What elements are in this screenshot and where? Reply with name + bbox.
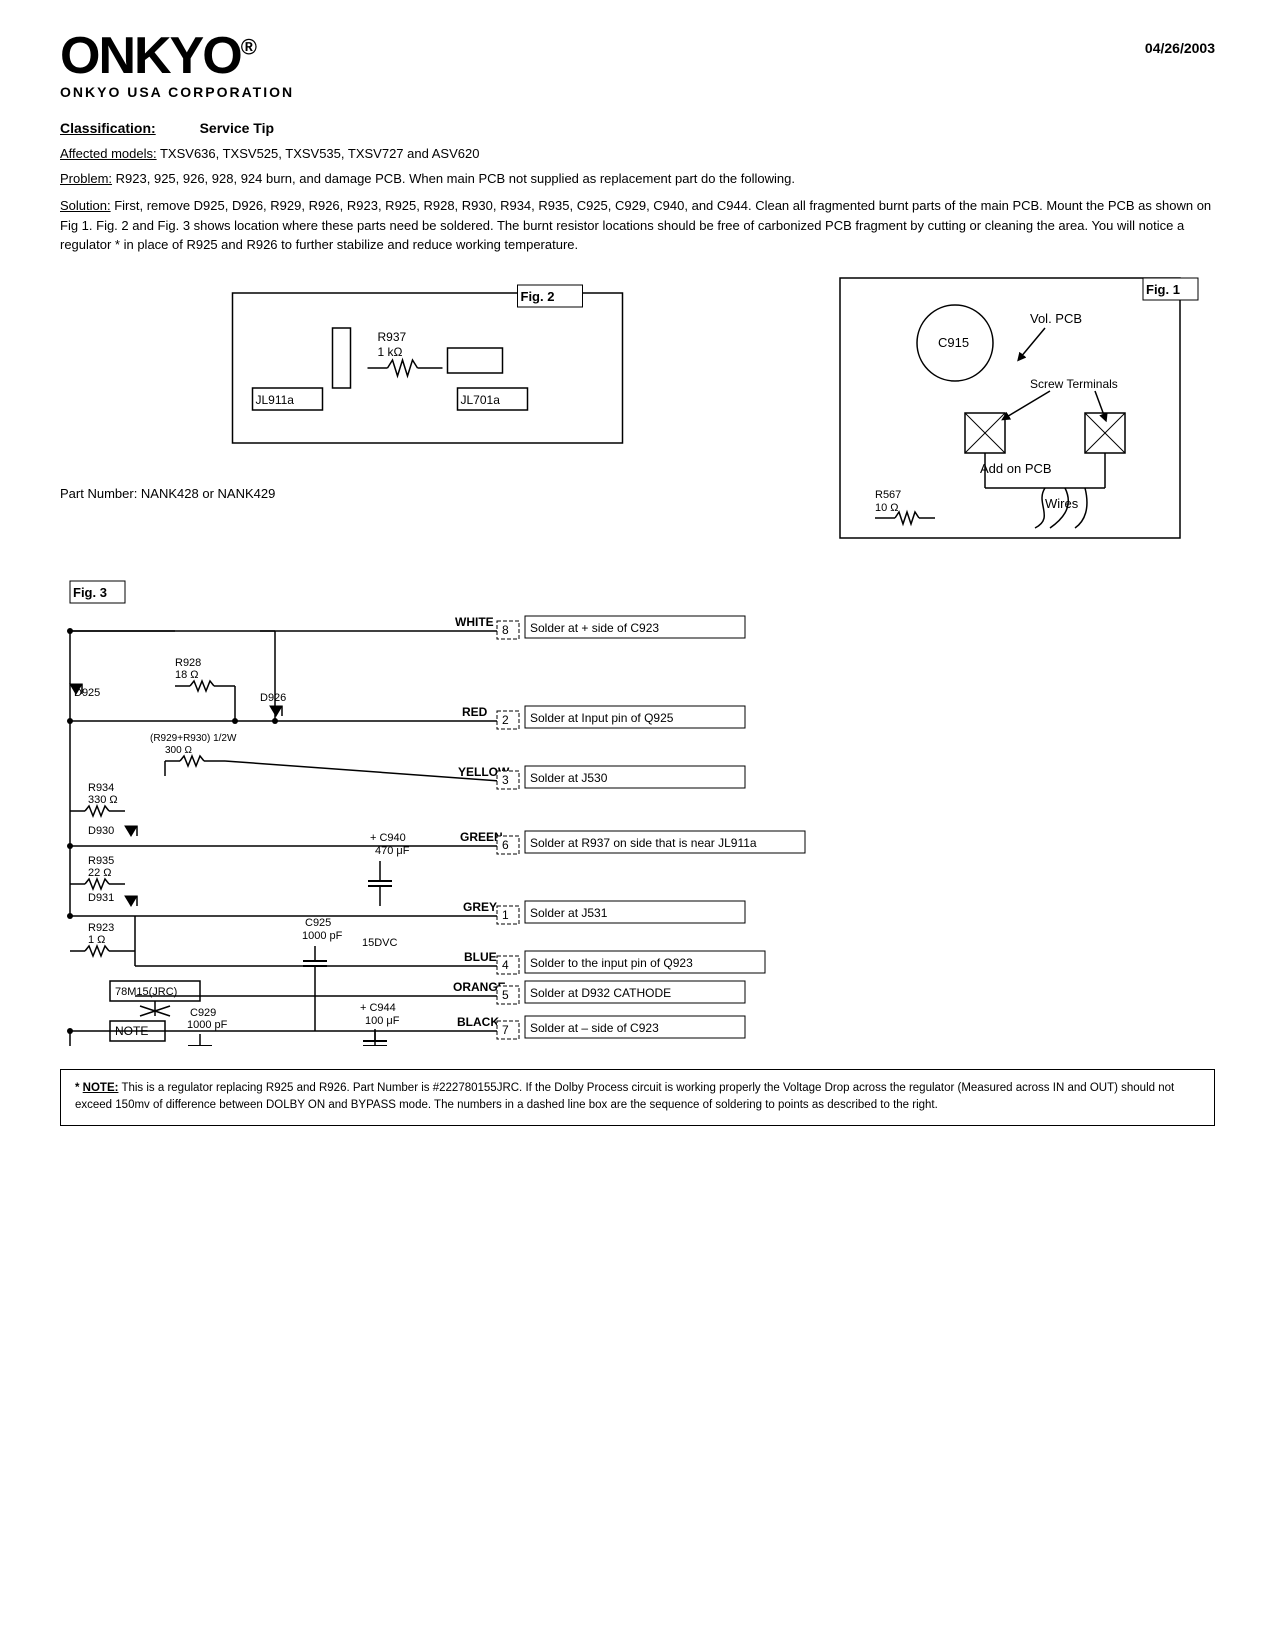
svg-text:100 μF: 100 μF [365,1015,400,1027]
svg-text:Solder at D932 CATHODE: Solder at D932 CATHODE [530,986,671,1000]
svg-text:15DVC: 15DVC [362,937,398,949]
svg-text:Solder to the input pin of Q92: Solder to the input pin of Q923 [530,956,693,970]
date: 04/26/2003 [1145,40,1215,56]
svg-text:3: 3 [502,773,509,787]
note-box: * NOTE: This is a regulator replacing R9… [60,1069,1215,1127]
fig1-area: Fig. 1 C915 Vol. PCB Screw Terminals Add… [835,273,1215,556]
note-star: * [75,1082,83,1094]
svg-text:+ C940: + C940 [370,832,406,844]
note-body: This is a regulator replacing R925 and R… [75,1082,1174,1112]
classification-label: Classification: [60,120,156,136]
svg-text:JL701a: JL701a [461,393,501,407]
svg-text:Solder at J531: Solder at J531 [530,906,608,920]
solution-value: First, remove D925, D926, R929, R926, R9… [60,198,1211,252]
svg-text:7: 7 [502,1023,509,1037]
classification-value: Service Tip [200,120,274,136]
svg-text:1000 pF: 1000 pF [187,1019,228,1031]
part-number: Part Number: NANK428 or NANK429 [60,486,805,501]
fig3-diagram: Fig. 3 WHITE 8 Solder at + side of C923 … [60,576,1215,1046]
affected-models-value: TXSV636, TXSV525, TXSV535, TXSV727 and A… [160,146,479,161]
logo-area: ONKYO® ONKYO USA CORPORATION [60,30,294,100]
affected-models: Affected models: TXSV636, TXSV525, TXSV5… [60,146,1215,161]
svg-text:BLUE: BLUE [464,950,497,964]
svg-text:1000 pF: 1000 pF [302,930,343,942]
svg-text:Fig. 1: Fig. 1 [1146,282,1180,297]
svg-text:Screw Terminals: Screw Terminals [1030,377,1118,391]
fig2-area: Fig. 2 JL911a JL701a R937 1 kΩ Part Numb… [60,273,805,556]
svg-text:BLACK: BLACK [457,1015,499,1029]
affected-models-label: Affected models: [60,146,157,161]
svg-text:10 Ω: 10 Ω [875,502,899,514]
svg-text:1 Ω: 1 Ω [88,934,105,946]
svg-text:D926: D926 [260,692,286,704]
svg-text:RED: RED [462,705,488,719]
logo-sub: ONKYO USA CORPORATION [60,84,294,100]
svg-text:WHITE: WHITE [455,615,494,629]
svg-text:22 Ω: 22 Ω [88,867,112,879]
fig1-diagram: Fig. 1 C915 Vol. PCB Screw Terminals Add… [835,273,1215,553]
svg-text:D931: D931 [88,892,114,904]
diagrams-row: Fig. 2 JL911a JL701a R937 1 kΩ Part Numb… [60,273,1215,556]
logo-text: ONKYO® [60,30,255,82]
svg-text:GREY: GREY [463,900,497,914]
svg-text:4: 4 [502,958,509,972]
fig2-diagram: Fig. 2 JL911a JL701a R937 1 kΩ [60,273,805,473]
svg-text:6: 6 [502,838,509,852]
svg-text:Solder at J530: Solder at J530 [530,771,608,785]
svg-text:5: 5 [502,988,509,1002]
svg-text:330 Ω: 330 Ω [88,794,118,806]
logo-main: ONKYO [60,27,241,85]
svg-text:Solder at Input pin of Q925: Solder at Input pin of Q925 [530,711,674,725]
svg-text:Solder at – side of C923: Solder at – side of C923 [530,1021,659,1035]
svg-text:C925: C925 [305,917,331,929]
problem-label: Problem: [60,171,112,186]
fig3-section: Fig. 3 WHITE 8 Solder at + side of C923 … [60,576,1215,1049]
svg-text:1: 1 [502,908,509,922]
date-area: 04/26/2003 [1145,30,1215,56]
svg-text:R567: R567 [875,489,901,501]
classification-line: Classification: Service Tip [60,120,1215,136]
svg-text:C929: C929 [190,1007,216,1019]
svg-text:Wires: Wires [1045,496,1079,511]
svg-text:Solder at R937 on side that is: Solder at R937 on side that is near JL91… [530,836,757,850]
svg-text:R937: R937 [378,330,407,344]
svg-text:2: 2 [502,713,509,727]
svg-text:Fig. 3: Fig. 3 [73,585,107,600]
svg-text:470 μF: 470 μF [375,845,410,857]
page-header: ONKYO® ONKYO USA CORPORATION 04/26/2003 [60,30,1215,100]
note-underline: NOTE: [83,1082,119,1094]
svg-text:R923: R923 [88,922,114,934]
svg-text:Fig. 2: Fig. 2 [521,289,555,304]
svg-text:8: 8 [502,623,509,637]
svg-text:C915: C915 [938,335,969,350]
svg-text:R934: R934 [88,782,114,794]
logo-reg: ® [241,35,255,60]
svg-text:300 Ω: 300 Ω [165,745,192,756]
svg-text:JL911a: JL911a [256,393,295,407]
solution-para: Solution: First, remove D925, D926, R929… [60,196,1215,255]
svg-text:GREEN: GREEN [460,830,503,844]
svg-text:D930: D930 [88,825,114,837]
svg-text:Solder at + side of C923: Solder at + side of C923 [530,621,659,635]
problem-value: R923, 925, 926, 928, 924 burn, and damag… [116,171,795,186]
svg-text:+ C944: + C944 [360,1002,396,1014]
svg-text:(R929+R930) 1/2W: (R929+R930) 1/2W [150,733,237,744]
svg-text:Vol. PCB: Vol. PCB [1030,311,1082,326]
svg-text:R935: R935 [88,855,114,867]
solution-label: Solution: [60,198,111,213]
svg-text:18 Ω: 18 Ω [175,669,199,681]
problem-line: Problem: R923, 925, 926, 928, 924 burn, … [60,171,1215,186]
svg-text:R928: R928 [175,657,201,669]
svg-text:Add on PCB: Add on PCB [980,461,1052,476]
svg-text:1 kΩ: 1 kΩ [378,345,403,359]
